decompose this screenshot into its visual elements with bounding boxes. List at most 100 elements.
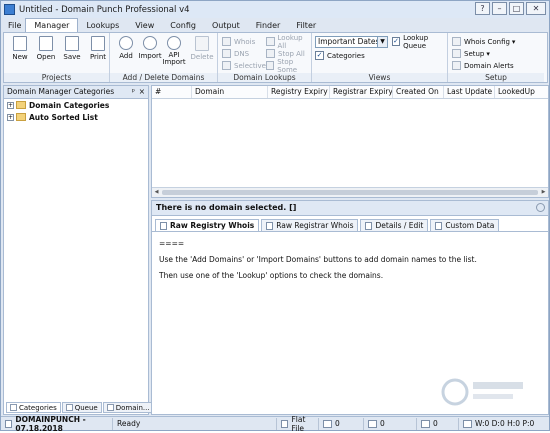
setup-gear-icon	[452, 49, 461, 58]
status-count-3: 0	[417, 417, 459, 430]
group-label-setup: Setup	[448, 73, 544, 82]
column-domain[interactable]: Domain	[192, 86, 268, 98]
tab-categories[interactable]: Categories	[6, 402, 61, 413]
delete-icon	[195, 36, 209, 51]
column-registrar-expiry[interactable]: Registrar Expiry	[330, 86, 393, 98]
tab-raw-registrar-whois[interactable]: Raw Registrar Whois	[261, 219, 359, 231]
setup-button[interactable]: Setup ▾	[452, 48, 490, 59]
column-created-on[interactable]: Created On	[393, 86, 444, 98]
categories-checkbox[interactable]: ✓ Categories	[315, 50, 365, 61]
selective-button[interactable]: Selective	[222, 60, 266, 71]
tree-item-auto-sorted[interactable]: + Auto Sorted List	[4, 111, 148, 123]
status-product: DOMAINPUNCH - 07.18.2018	[1, 415, 113, 433]
maximize-button[interactable]: □	[509, 2, 524, 15]
api-import-icon	[167, 36, 181, 50]
close-window-button[interactable]: ✕	[526, 2, 546, 15]
scroll-thumb[interactable]	[162, 190, 538, 195]
stop-some-button[interactable]: Stop Some	[266, 58, 311, 74]
menu-output[interactable]: Output	[204, 19, 248, 32]
group-label-lookups: Domain Lookups	[218, 73, 311, 82]
new-file-icon	[13, 36, 27, 51]
dns-button[interactable]: DNS	[222, 48, 249, 59]
tree-item-domain-categories[interactable]: + Domain Categories	[4, 99, 148, 111]
status-bar: DOMAINPUNCH - 07.18.2018 Ready Flat File…	[1, 415, 549, 433]
tab-custom-data[interactable]: Custom Data	[430, 219, 500, 231]
menu-file[interactable]: File	[4, 19, 25, 32]
tab-domain[interactable]: Domain...	[102, 402, 154, 413]
app-window: Untitled - Domain Punch Professional v4 …	[0, 0, 550, 433]
panel-header: Domain Manager Categories ᵖ ×	[4, 86, 148, 99]
status-storage: Flat File	[277, 415, 319, 433]
delete-button[interactable]: Delete	[190, 36, 214, 61]
domains-icon	[323, 419, 332, 428]
monitor-icon	[368, 419, 377, 428]
group-label-add-delete: Add / Delete Domains	[110, 73, 217, 82]
lookup-queue-checkbox[interactable]: ✓ Lookup Queue	[392, 34, 447, 50]
status-state: Ready	[113, 417, 277, 430]
domain-tab-icon	[106, 404, 114, 411]
menu-finder[interactable]: Finder	[248, 19, 289, 32]
scroll-right-icon[interactable]: ▶	[539, 188, 548, 197]
api-import-button[interactable]: API Import	[162, 36, 186, 66]
document-icon	[266, 221, 274, 230]
queue-icon	[421, 419, 430, 428]
close-panel-icon[interactable]: ×	[139, 86, 145, 98]
menu-view[interactable]: View	[127, 19, 162, 32]
alert-icon	[452, 61, 461, 70]
whois-text-area[interactable]: ==== Use the 'Add Domains' or 'Import Do…	[152, 232, 548, 292]
menu-filter[interactable]: Filter	[288, 19, 324, 32]
domain-alerts-button[interactable]: Domain Alerts	[452, 60, 514, 71]
tab-queue[interactable]: Queue	[61, 402, 102, 413]
expand-icon[interactable]: +	[7, 101, 14, 109]
column-looked-up[interactable]: LookedUp	[495, 86, 548, 98]
tab-raw-registry-whois[interactable]: Raw Registry Whois	[155, 219, 260, 231]
lookup-all-button[interactable]: Lookup All	[266, 34, 311, 50]
help-line-add: Use the 'Add Domains' or 'Import Domains…	[159, 255, 477, 264]
open-button[interactable]: Open	[34, 36, 58, 61]
new-button[interactable]: New	[8, 36, 32, 61]
column-number[interactable]: #	[152, 86, 192, 98]
stop-all-icon	[266, 49, 275, 58]
group-projects: New Open Save Print Projects	[4, 33, 110, 82]
view-select[interactable]: Important Dates ▼	[315, 36, 388, 48]
grid-header: # Domain Registry Expiry Registrar Expir…	[152, 86, 548, 99]
save-button[interactable]: Save	[60, 36, 84, 61]
open-folder-icon	[39, 36, 53, 51]
column-registry-expiry[interactable]: Registry Expiry	[268, 86, 330, 98]
app-status-icon	[5, 419, 13, 428]
categories-panel: Domain Manager Categories ᵖ × + Domain Ca…	[3, 85, 154, 415]
menu-lookups[interactable]: Lookups	[78, 19, 127, 32]
app-icon	[4, 4, 15, 15]
window-title: Untitled - Domain Punch Professional v4	[19, 4, 190, 15]
import-button[interactable]: Import	[138, 36, 162, 60]
group-add-delete: Add Import API Import Delete Add / Delet…	[110, 33, 218, 82]
status-count-1: 0	[319, 417, 364, 430]
detail-tabs: Raw Registry Whois Raw Registrar Whois D…	[152, 216, 548, 232]
save-icon	[65, 36, 79, 51]
horizontal-scrollbar[interactable]: ◀ ▶	[152, 187, 548, 197]
menu-bar: File Manager Lookups View Config Output …	[1, 18, 549, 32]
group-label-views: Views	[312, 73, 447, 82]
minimize-button[interactable]: –	[492, 2, 507, 15]
import-arrow-icon	[143, 36, 157, 50]
group-lookups: Whois DNS Selective Lookup All Stop All …	[218, 33, 312, 82]
folder-icon	[16, 113, 26, 121]
print-button[interactable]: Print	[86, 36, 110, 61]
status-counters: W:0 D:0 H:0 P:0	[459, 418, 538, 430]
menu-manager[interactable]: Manager	[25, 18, 79, 32]
expand-icon[interactable]: +	[7, 113, 14, 121]
settings-gear-icon[interactable]	[536, 203, 545, 212]
scroll-left-icon[interactable]: ◀	[152, 188, 161, 197]
column-last-update[interactable]: Last Update	[444, 86, 495, 98]
whois-button[interactable]: Whois	[222, 36, 255, 47]
whois-config-button[interactable]: Whois Config ▾	[452, 36, 515, 47]
stop-some-icon	[266, 61, 275, 70]
menu-config[interactable]: Config	[162, 19, 204, 32]
custom-data-icon	[435, 221, 443, 230]
add-button[interactable]: Add	[114, 36, 138, 60]
selective-icon	[222, 61, 231, 70]
watermark-logo	[441, 378, 523, 406]
pin-icon[interactable]: ᵖ	[132, 86, 135, 98]
help-window-button[interactable]: ?	[475, 2, 490, 15]
tab-details-edit[interactable]: Details / Edit	[360, 219, 429, 231]
